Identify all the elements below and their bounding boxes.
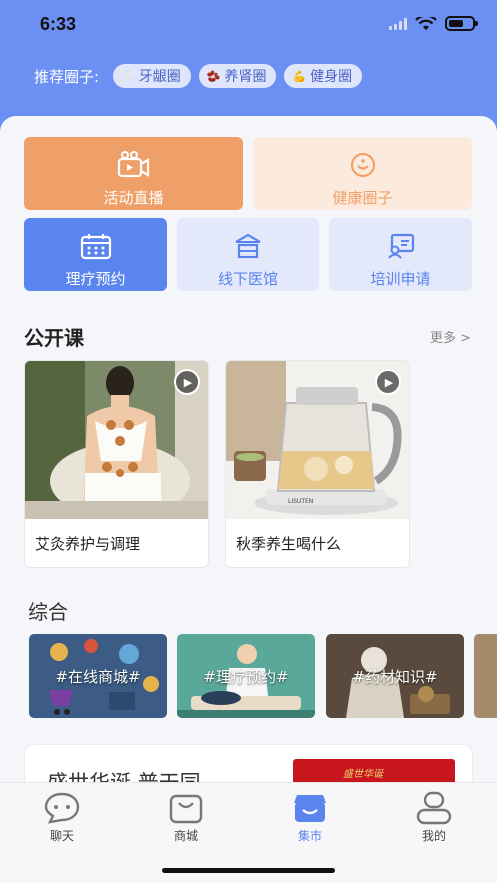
profile-icon (416, 791, 452, 825)
fitness-icon: 💪 (292, 69, 307, 83)
recommend-label: 推荐圈子: (34, 67, 100, 86)
tile-therapy-booking[interactable]: 理疗预约 (24, 218, 167, 291)
circle-chip-fitness[interactable]: 💪 健身圈 (284, 64, 363, 88)
circle-chip-gums[interactable]: 🦷 牙龈圈 (113, 64, 191, 88)
course-card[interactable]: ▶ 艾灸养护与调理 (24, 360, 209, 568)
tab-label: 聊天 (49, 829, 74, 843)
tile-training-apply[interactable]: 培训申请 (329, 218, 472, 291)
shop-bag-icon (169, 794, 203, 824)
kidney-icon: 🫘 (206, 69, 221, 83)
training-icon (383, 228, 419, 264)
calendar-icon (78, 228, 114, 264)
news-banner-text: 盛世华诞 (343, 769, 383, 780)
tile-label: 培训申请 (370, 270, 431, 288)
recommend-circles: 推荐圈子: 🦷 牙龈圈 🫘 养肾圈 💪 健身圈 (34, 64, 363, 88)
play-icon[interactable]: ▶ (174, 369, 200, 395)
tile-label: 活动直播 (103, 189, 164, 207)
course-card[interactable]: LISUTEN ▶ 秋季养生喝什么 (225, 360, 410, 568)
tab-label: 商城 (173, 829, 198, 843)
tab-shop[interactable]: 商城 (156, 791, 216, 844)
general-card-therapy[interactable]: #理疗预约# (177, 634, 315, 718)
tile-label: 线下医馆 (217, 270, 278, 288)
general-card-partial[interactable] (474, 634, 497, 718)
status-time: 6:33 (40, 14, 77, 34)
general-card-label: #在线商城# (55, 668, 141, 686)
chip-label: 养肾圈 (224, 69, 267, 85)
clinic-icon (230, 228, 266, 264)
market-icon (294, 795, 326, 822)
live-camera-icon (116, 147, 152, 183)
play-icon[interactable]: ▶ (375, 369, 401, 395)
battery-icon (445, 16, 478, 31)
circle-chip-kidney[interactable]: 🫘 养肾圈 (198, 64, 277, 88)
wifi-icon (415, 16, 437, 30)
tooth-icon: 🦷 (121, 69, 135, 83)
general-card-herb-knowledge[interactable]: #药材知识# (326, 634, 464, 718)
tab-profile[interactable]: 我的 (404, 791, 464, 844)
course-title: 艾灸养护与调理 (35, 535, 141, 553)
smile-circle-icon (345, 147, 381, 183)
tab-label: 我的 (421, 829, 446, 843)
tab-chat[interactable]: 聊天 (32, 791, 92, 844)
tab-market[interactable]: 集市 (280, 791, 340, 844)
course-title: 秋季养生喝什么 (236, 535, 342, 553)
open-course-more-link[interactable]: 更多 > (430, 327, 471, 346)
tab-label: 集市 (297, 829, 322, 843)
open-course-title: 公开课 (24, 326, 84, 350)
general-card-online-mall[interactable]: #在线商城# (29, 634, 167, 718)
chat-icon (44, 792, 80, 824)
tile-label: 健康圈子 (332, 189, 393, 207)
general-card-label: #药材知识# (352, 668, 438, 686)
general-title: 综合 (28, 600, 68, 624)
status-bar: 6:33 (0, 0, 497, 50)
signal-icon (389, 17, 407, 30)
tile-live[interactable]: 活动直播 (24, 137, 243, 210)
svg-text:LISUTEN: LISUTEN (288, 498, 313, 505)
chip-label: 健身圈 (310, 69, 353, 85)
tile-health-circle[interactable]: 健康圈子 (253, 137, 472, 210)
tile-offline-clinic[interactable]: 线下医馆 (177, 218, 319, 291)
home-indicator (162, 868, 335, 873)
general-card-label: #理疗预约# (203, 668, 289, 686)
chip-label: 牙龈圈 (138, 69, 181, 85)
status-icons (389, 16, 478, 31)
tile-label: 理疗预约 (65, 270, 126, 288)
